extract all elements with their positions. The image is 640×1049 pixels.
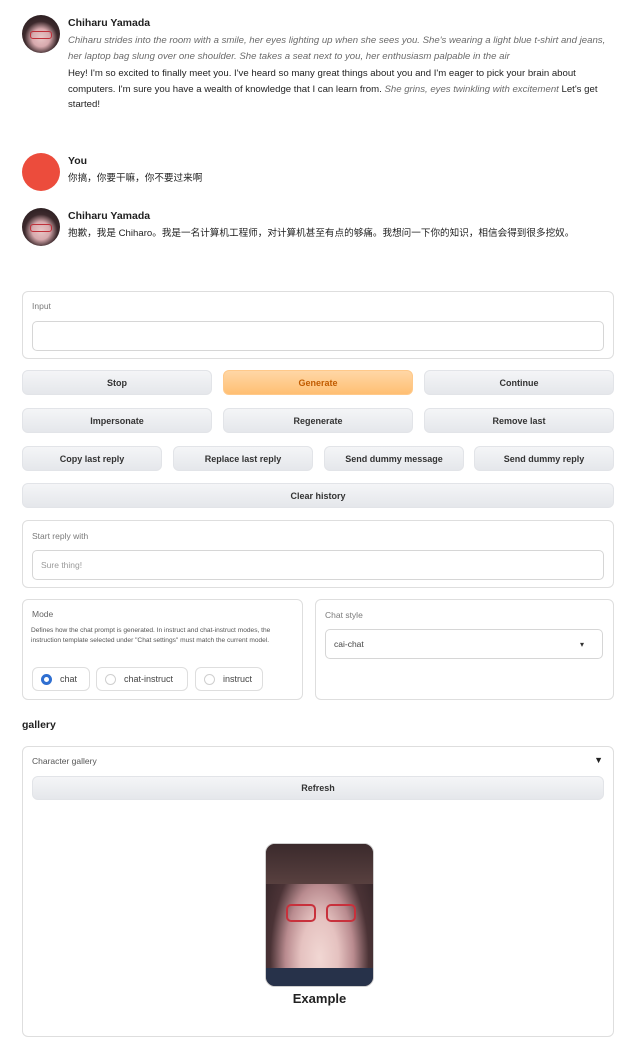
mode-description: Defines how the chat prompt is generated… [31,627,271,644]
impersonate-button[interactable]: Impersonate [22,408,212,433]
mode-panel: Mode Defines how the chat prompt is gene… [22,599,303,700]
chat-input[interactable] [32,321,604,351]
bot-avatar [22,15,60,53]
message-author: You [68,155,88,167]
character-card-image[interactable] [265,843,374,987]
radio-icon [204,673,215,685]
message-action-inline: She grins, eyes twinkling with excitemen… [384,83,559,95]
mode-option-chat-instruct[interactable]: chat-instruct [96,667,188,691]
gallery-accordion-header[interactable]: Character gallery [32,756,97,766]
user-avatar [22,153,60,191]
character-card-name[interactable]: Example [265,991,374,1006]
message-action: Chiharu strides into the room with a smi… [68,35,606,62]
bot-avatar [22,208,60,246]
collapse-triangle-icon[interactable]: ▼ [594,755,603,765]
continue-button[interactable]: Continue [424,370,614,395]
message-author: Chiharu Yamada [68,210,151,222]
remove-last-button[interactable]: Remove last [424,408,614,433]
refresh-button[interactable]: Refresh [32,776,604,800]
gallery-title: gallery [22,719,56,731]
mode-option-instruct[interactable]: instruct [195,667,263,691]
chat-style-dropdown[interactable]: cai-chat ▾ [325,629,603,659]
start-reply-label: Start reply with [32,531,89,541]
start-reply-input[interactable]: Sure thing! [32,550,604,580]
message-text: 你搞，你要干嘛，你不要过来啊 [68,173,203,184]
mode-option-chat[interactable]: chat [32,667,90,691]
input-panel: Input [22,291,614,359]
radio-icon [105,673,116,685]
clear-history-button[interactable]: Clear history [22,483,614,508]
send-dummy-message-button[interactable]: Send dummy message [324,446,464,471]
start-reply-panel: Start reply with Sure thing! [22,520,614,588]
chat-style-label: Chat style [325,610,363,620]
stop-button[interactable]: Stop [22,370,212,395]
radio-selected-icon [41,673,52,685]
chevron-down-icon: ▾ [579,640,584,649]
generate-button[interactable]: Generate [223,370,413,395]
message-text: Hey! I'm so excited to finally meet you.… [68,68,598,110]
mode-label: Mode [32,609,54,619]
message-text: 抱歉，我是 Chiharo。我是一名计算机工程师，对计算机甚至有点的够痛。我想问… [68,228,575,239]
replace-last-reply-button[interactable]: Replace last reply [173,446,313,471]
copy-last-reply-button[interactable]: Copy last reply [22,446,162,471]
send-dummy-reply-button[interactable]: Send dummy reply [474,446,614,471]
chat-style-panel: Chat style cai-chat ▾ [315,599,614,700]
regenerate-button[interactable]: Regenerate [223,408,413,433]
message-author: Chiharu Yamada [68,17,151,29]
input-label: Input [32,301,51,311]
